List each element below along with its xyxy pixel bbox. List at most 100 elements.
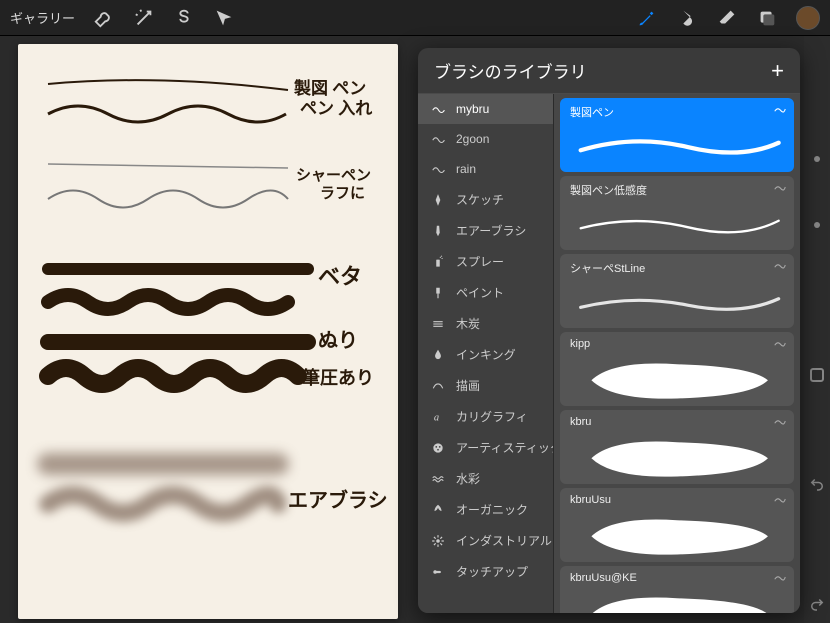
add-brush-button[interactable]: +: [771, 58, 784, 84]
water-icon: [430, 471, 446, 487]
category-list[interactable]: mybru 2goon rain スケッチエアーブラシスプレーペイント木炭インキング描…: [418, 94, 554, 613]
eraser-icon[interactable]: [716, 7, 738, 29]
layers-icon[interactable]: [756, 7, 778, 29]
charcoal-icon: [430, 316, 446, 332]
canvas-annotation: ベタ: [318, 259, 362, 291]
slider-dot-1[interactable]: [814, 156, 820, 162]
category-item[interactable]: rain: [418, 154, 553, 184]
category-label: mybru: [456, 102, 489, 116]
undo-icon[interactable]: [808, 475, 826, 493]
brush-preview: [570, 352, 784, 409]
canvas-annotation: ラフに: [320, 182, 365, 203]
brush-item[interactable]: 製図ペン: [560, 98, 794, 172]
brush-preview: [570, 430, 784, 487]
paint-icon: [430, 285, 446, 301]
brush-name: 製図ペン: [570, 104, 784, 120]
stroke-indicator-icon: [774, 416, 786, 424]
airbrush-icon: [430, 223, 446, 239]
brush-library-popover: ブラシのライブラリ + mybru 2goon rain スケッチエアーブラシスプレー…: [418, 48, 800, 613]
s-icon[interactable]: [173, 7, 195, 29]
brush-preview: [570, 122, 784, 168]
industrial-icon: [430, 533, 446, 549]
popover-title: ブラシのライブラリ: [434, 58, 587, 83]
canvas-annotation: エアブラシ: [288, 484, 388, 513]
category-item[interactable]: エアーブラシ: [418, 215, 553, 246]
category-label: タッチアップ: [456, 563, 528, 580]
brush-icon[interactable]: [636, 7, 658, 29]
spray-icon: [430, 254, 446, 270]
canvas-annotation: ぬり: [318, 324, 358, 353]
brush-name: 製図ペン低感度: [570, 182, 784, 198]
category-item[interactable]: スケッチ: [418, 184, 553, 215]
canvas-annotation: 筆圧あり: [302, 364, 374, 390]
category-label: 2goon: [456, 132, 489, 146]
category-item[interactable]: 木炭: [418, 308, 553, 339]
brush-item[interactable]: シャーペStLine: [560, 254, 794, 328]
category-item[interactable]: a カリグラフィ: [418, 401, 553, 432]
gallery-button[interactable]: ギャラリー: [10, 8, 75, 27]
brush-list[interactable]: 製図ペン 製図ペン低感度 シャーペStLine kipp kbru kbruUs…: [554, 94, 800, 613]
category-item[interactable]: オーガニック: [418, 494, 553, 525]
category-item[interactable]: mybru: [418, 94, 553, 124]
stroke-indicator-icon: [774, 104, 786, 112]
brush-preview: [570, 278, 784, 324]
category-item[interactable]: ペイント: [418, 277, 553, 308]
stroke-indicator-icon: [774, 182, 786, 190]
brush-item[interactable]: kipp: [560, 332, 794, 406]
category-label: カリグラフィ: [456, 408, 528, 425]
ink-icon: [430, 347, 446, 363]
touchup-icon: [430, 564, 446, 580]
stroke-indicator-icon: [774, 494, 786, 502]
calligraphy-icon: a: [430, 409, 446, 425]
brush-name: kbruUsu@KE: [570, 572, 784, 584]
top-toolbar: ギャラリー: [0, 0, 830, 36]
color-swatch[interactable]: [796, 6, 820, 30]
artistic-icon: [430, 440, 446, 456]
category-label: アーティスティック: [456, 439, 553, 456]
brush-name: シャーペStLine: [570, 260, 784, 276]
cursor-icon[interactable]: [213, 7, 235, 29]
smudge-icon[interactable]: [676, 7, 698, 29]
brush-item[interactable]: kbruUsu: [560, 488, 794, 562]
category-item[interactable]: アーティスティック: [418, 432, 553, 463]
redo-icon[interactable]: [808, 595, 826, 613]
canvas-annotation: ペン 入れ: [300, 94, 372, 119]
category-item[interactable]: 2goon: [418, 124, 553, 154]
canvas[interactable]: 製図 ペンペン 入れシャーペンラフにベタぬり筆圧ありエアブラシ: [18, 44, 398, 619]
stroke-indicator-icon: [774, 338, 786, 346]
brush-item[interactable]: 製図ペン低感度: [560, 176, 794, 250]
category-item[interactable]: スプレー: [418, 246, 553, 277]
category-label: インダストリアル: [456, 532, 552, 549]
stroke-indicator-icon: [774, 260, 786, 268]
category-item[interactable]: 描画: [418, 370, 553, 401]
category-label: 水彩: [456, 470, 480, 487]
wrench-icon[interactable]: [93, 7, 115, 29]
brush-name: kbruUsu: [570, 494, 784, 506]
draw-icon: [430, 378, 446, 394]
category-label: 木炭: [456, 315, 480, 332]
slider-dot-2[interactable]: [814, 222, 820, 228]
category-item[interactable]: タッチアップ: [418, 556, 553, 587]
category-label: スプレー: [456, 253, 504, 270]
category-item[interactable]: 水彩: [418, 463, 553, 494]
stroke-icon: [430, 161, 446, 177]
modify-square[interactable]: [810, 368, 824, 382]
stroke-indicator-icon: [774, 572, 786, 580]
category-label: エアーブラシ: [456, 222, 526, 239]
category-label: オーガニック: [456, 501, 528, 518]
brush-name: kipp: [570, 338, 784, 350]
category-item[interactable]: インキング: [418, 339, 553, 370]
brush-preview: [570, 586, 784, 613]
brush-name: kbru: [570, 416, 784, 428]
category-label: スケッチ: [456, 191, 504, 208]
brush-item[interactable]: kbru: [560, 410, 794, 484]
brush-item[interactable]: kbruUsu@KE: [560, 566, 794, 613]
brush-preview: [570, 200, 784, 246]
right-sidebar: [804, 36, 830, 623]
category-item[interactable]: インダストリアル: [418, 525, 553, 556]
category-label: 描画: [456, 377, 480, 394]
stroke-icon: [430, 101, 446, 117]
wand-icon[interactable]: [133, 7, 155, 29]
organic-icon: [430, 502, 446, 518]
svg-text:a: a: [434, 412, 439, 423]
